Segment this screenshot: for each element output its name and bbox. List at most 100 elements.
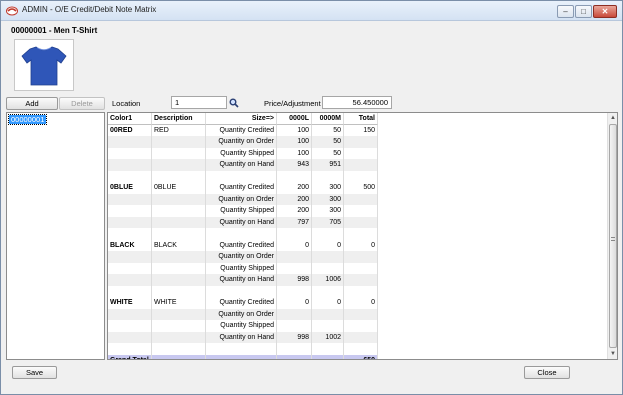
grid-cell[interactable]: 50: [312, 136, 344, 148]
grid-cell[interactable]: [312, 170, 344, 183]
grid-cell[interactable]: 0: [277, 239, 312, 252]
list-item[interactable]: 00000001: [7, 114, 48, 125]
column-header[interactable]: 0000M: [312, 113, 344, 125]
search-icon[interactable]: [229, 98, 239, 108]
grid-cell[interactable]: 797: [277, 216, 312, 229]
grid-cell[interactable]: [108, 216, 152, 229]
grid-cell[interactable]: Quantity Shipped: [206, 262, 277, 275]
save-button[interactable]: Save: [12, 366, 57, 379]
grid-cell[interactable]: [108, 331, 152, 344]
grid-cell[interactable]: Quantity Credited: [206, 182, 277, 194]
grid-cell[interactable]: [108, 193, 152, 206]
grid-cell[interactable]: 0: [312, 297, 344, 309]
grid-cell[interactable]: [152, 170, 206, 183]
grid-cell[interactable]: [152, 147, 206, 160]
grid-cell[interactable]: [277, 285, 312, 298]
table-row[interactable]: Quantity on Hand 797 705: [108, 216, 607, 229]
grid-cell[interactable]: 50: [312, 124, 344, 137]
grid-cell[interactable]: [152, 274, 206, 286]
column-header[interactable]: Size=>: [206, 113, 277, 125]
grid-cell[interactable]: [312, 308, 344, 321]
grid-cell[interactable]: 998: [277, 274, 312, 286]
grid-cell[interactable]: Quantity on Hand: [206, 216, 277, 229]
table-row[interactable]: Quantity on Hand 943 951: [108, 159, 607, 171]
scroll-up-icon[interactable]: ▲: [608, 113, 617, 123]
column-header[interactable]: Color1: [108, 113, 152, 125]
table-row[interactable]: Quantity Shipped 100 50: [108, 147, 607, 160]
grid-cell[interactable]: 150: [344, 124, 378, 137]
grid-cell[interactable]: [152, 228, 206, 240]
grid-cell[interactable]: 100: [277, 136, 312, 148]
grid-cell[interactable]: [277, 308, 312, 321]
grid-cell[interactable]: [152, 262, 206, 275]
grid-cell[interactable]: [152, 159, 206, 171]
grid-cell[interactable]: Quantity Credited: [206, 297, 277, 309]
grid-cell[interactable]: 100: [277, 147, 312, 160]
delete-button[interactable]: Delete: [59, 97, 105, 110]
grid-cell[interactable]: [344, 251, 378, 263]
grid-cell[interactable]: 200: [277, 182, 312, 194]
grid-cell[interactable]: [152, 193, 206, 206]
grid-cell[interactable]: Quantity Credited: [206, 124, 277, 137]
grid-cell[interactable]: Quantity on Hand: [206, 159, 277, 171]
table-row[interactable]: [108, 343, 607, 355]
title-bar[interactable]: ADMIN - O/E Credit/Debit Note Matrix – □…: [1, 1, 622, 21]
grid-cell[interactable]: WHITE: [108, 297, 152, 309]
table-row[interactable]: Quantity on Order 200 300: [108, 193, 607, 206]
grid-cell[interactable]: [344, 262, 378, 275]
grid-cell[interactable]: 0BLUE: [108, 182, 152, 194]
grid-cell[interactable]: [152, 320, 206, 332]
grid-cell[interactable]: [277, 262, 312, 275]
grid-cell[interactable]: Quantity on Order: [206, 308, 277, 321]
table-row[interactable]: 0BLUE 0BLUE Quantity Credited 200 300 500: [108, 182, 607, 194]
grid-cell[interactable]: [344, 170, 378, 183]
grid-cell[interactable]: [108, 170, 152, 183]
grid-cell[interactable]: [108, 159, 152, 171]
grid-cell[interactable]: [108, 320, 152, 332]
grid-cell[interactable]: [108, 285, 152, 298]
grid-cell[interactable]: 0: [312, 239, 344, 252]
close-window-button[interactable]: ✕: [593, 5, 617, 18]
close-button[interactable]: Close: [524, 366, 570, 379]
table-row[interactable]: Quantity on Order: [108, 308, 607, 321]
table-row[interactable]: Quantity Shipped: [108, 320, 607, 332]
grid-cell[interactable]: [344, 343, 378, 355]
grid-cell[interactable]: [277, 251, 312, 263]
grid-cell[interactable]: [344, 285, 378, 298]
grid-cell[interactable]: 300: [312, 193, 344, 206]
grid-cell[interactable]: [152, 285, 206, 298]
grid-cell[interactable]: Quantity Shipped: [206, 205, 277, 217]
table-row[interactable]: Quantity on Order: [108, 251, 607, 263]
grid-cell[interactable]: 1002: [312, 331, 344, 344]
column-header[interactable]: Description: [152, 113, 206, 125]
grid-cell[interactable]: Quantity on Order: [206, 136, 277, 148]
grid-cell[interactable]: [277, 343, 312, 355]
grid-cell[interactable]: [108, 147, 152, 160]
maximize-button[interactable]: □: [575, 5, 592, 18]
column-header[interactable]: Total: [344, 113, 378, 125]
grid-cell[interactable]: [344, 193, 378, 206]
grid-cell[interactable]: [312, 343, 344, 355]
table-row[interactable]: Quantity on Hand 998 1002: [108, 331, 607, 344]
grid-cell[interactable]: 0BLUE: [152, 182, 206, 194]
grid-cell[interactable]: WHITE: [152, 297, 206, 309]
grid-cell[interactable]: [108, 262, 152, 275]
table-row[interactable]: WHITE WHITE Quantity Credited 0 0 0: [108, 297, 607, 309]
grid-cell[interactable]: Quantity on Hand: [206, 331, 277, 344]
grid-cell[interactable]: [344, 159, 378, 171]
grid-cell[interactable]: [206, 285, 277, 298]
grid-cell[interactable]: [312, 251, 344, 263]
grid-cell[interactable]: [277, 320, 312, 332]
grid-cell[interactable]: [312, 228, 344, 240]
grid-cell[interactable]: 0: [344, 297, 378, 309]
grid-cell[interactable]: 200: [277, 193, 312, 206]
grid-cell[interactable]: 500: [344, 182, 378, 194]
table-row[interactable]: Quantity on Order 100 50: [108, 136, 607, 148]
grid-cell[interactable]: [312, 285, 344, 298]
vertical-scrollbar[interactable]: ▲ ▼: [607, 113, 617, 359]
grid-cell[interactable]: Quantity on Hand: [206, 274, 277, 286]
column-header[interactable]: 0000L: [277, 113, 312, 125]
grid-cell[interactable]: Quantity Shipped: [206, 147, 277, 160]
grid-cell[interactable]: 1006: [312, 274, 344, 286]
grid-cell[interactable]: [108, 228, 152, 240]
